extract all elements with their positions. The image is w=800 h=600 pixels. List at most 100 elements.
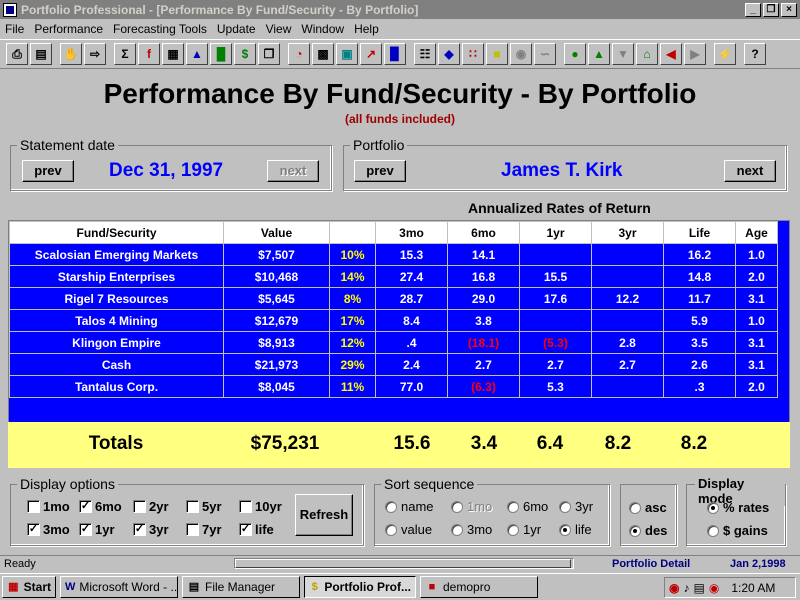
stop-icon[interactable]: ✋ (60, 43, 82, 65)
mode-gains-option[interactable]: $ gains (707, 523, 768, 538)
checkbox[interactable]: ✓ (27, 523, 40, 536)
down-icon[interactable]: ▼ (612, 43, 634, 65)
task-portfolio[interactable]: $ Portfolio Prof... (304, 576, 416, 598)
tag-icon[interactable]: ◆ (438, 43, 460, 65)
task-file-manager[interactable]: ▤ File Manager (182, 576, 300, 598)
header-life[interactable]: Life (663, 221, 736, 244)
print-icon[interactable]: ⎙ (6, 43, 28, 65)
table-row[interactable]: Starship Enterprises $10,468 14% 27.4 16.8 15… (9, 265, 778, 288)
header-fund[interactable]: Fund/Security (9, 221, 224, 244)
refresh-button[interactable]: Refresh (295, 494, 353, 536)
cube-icon[interactable]: ■ (486, 43, 508, 65)
calculator-icon[interactable]: ▣ (336, 43, 358, 65)
header-3mo[interactable]: 3mo (375, 221, 448, 244)
menu-forecasting-tools[interactable]: Forecasting Tools (108, 22, 212, 36)
sort-option-3mo[interactable]: 3mo (451, 522, 492, 537)
des-radio[interactable] (629, 524, 641, 537)
table-row[interactable]: Rigel 7 Resources $5,645 8% 28.7 29.0 17.6 12.… (9, 287, 778, 310)
menu-update[interactable]: Update (212, 22, 261, 36)
display-option-1mo[interactable]: 1mo (27, 499, 70, 514)
radio[interactable] (559, 523, 571, 536)
portfolio-next-button[interactable]: next (724, 160, 776, 182)
radio[interactable] (451, 500, 463, 513)
shapes-icon[interactable]: ▲ (186, 43, 208, 65)
radio[interactable] (385, 523, 397, 536)
checkbox[interactable] (239, 500, 252, 513)
checkbox[interactable]: ✓ (239, 523, 252, 536)
close-button[interactable]: × (781, 2, 797, 17)
radio[interactable] (507, 500, 519, 513)
display-option-3mo[interactable]: ✓ 3mo (27, 522, 70, 537)
sigma-icon[interactable]: Σ (114, 43, 136, 65)
tray-app-icon[interactable]: ◉ (669, 581, 679, 595)
landscape-icon[interactable]: ▲ (588, 43, 610, 65)
right-arrow-icon[interactable]: ▶ (684, 43, 706, 65)
tray-network-icon[interactable]: ▤ (693, 581, 704, 595)
menu-performance[interactable]: Performance (29, 22, 108, 36)
asc-radio[interactable] (629, 501, 641, 514)
radio[interactable] (385, 500, 397, 513)
task-word[interactable]: W Microsoft Word - ... (60, 576, 178, 598)
sort-option-6mo[interactable]: 6mo (507, 499, 548, 514)
bar-chart-icon[interactable]: ▉ (384, 43, 406, 65)
book-icon[interactable]: ☷ (414, 43, 436, 65)
display-option-6mo[interactable]: ✓ 6mo (79, 499, 122, 514)
header-age[interactable]: Age (735, 221, 778, 244)
display-option-10yr[interactable]: 10yr (239, 499, 282, 514)
volume-icon[interactable]: ♪ (683, 581, 689, 595)
checkbox[interactable] (186, 523, 199, 536)
dots-icon[interactable]: ∷ (462, 43, 484, 65)
radio[interactable] (507, 523, 519, 536)
checkbox[interactable]: ✓ (79, 523, 92, 536)
checkbox[interactable]: ✓ (133, 523, 146, 536)
checkbox[interactable] (186, 500, 199, 513)
menu-view[interactable]: View (261, 22, 297, 36)
portfolio-prev-button[interactable]: prev (354, 160, 406, 182)
sort-des-option[interactable]: des (629, 523, 667, 538)
menu-file[interactable]: File (0, 22, 29, 36)
checkbox[interactable] (133, 500, 146, 513)
disk-icon[interactable]: ◉ (510, 43, 532, 65)
display-option-2yr[interactable]: 2yr (133, 499, 169, 514)
copy-icon[interactable]: ❐ (258, 43, 280, 65)
statement-prev-button[interactable]: prev (22, 160, 74, 182)
exit-icon[interactable]: ⇨ (84, 43, 106, 65)
table-row[interactable]: Talos 4 Mining $12,679 17% 8.4 3.8 5.9 1.0 (9, 309, 778, 332)
sort-asc-option[interactable]: asc (629, 500, 667, 515)
menu-help[interactable]: Help (349, 22, 384, 36)
mode-rates-option[interactable]: % rates (707, 500, 769, 515)
bar-icon[interactable]: █ (210, 43, 232, 65)
table-row[interactable]: Scalosian Emerging Markets $7,507 10% 15.3 1… (9, 243, 778, 266)
function-icon[interactable]: f (138, 43, 160, 65)
header-3yr[interactable]: 3yr (591, 221, 664, 244)
line-chart-icon[interactable]: ↗ (360, 43, 382, 65)
header-value[interactable]: Value (223, 221, 330, 244)
grid-icon[interactable]: ▦ (162, 43, 184, 65)
menu-window[interactable]: Window (296, 22, 349, 36)
minimize-button[interactable]: _ (745, 2, 761, 17)
sort-option-1yr[interactable]: 1yr (507, 522, 541, 537)
start-button[interactable]: ▦ Start (2, 576, 56, 598)
preview-icon[interactable]: ▤ (30, 43, 52, 65)
left-arrow-icon[interactable]: ◀ (660, 43, 682, 65)
display-option-1yr[interactable]: ✓ 1yr (79, 522, 115, 537)
radio[interactable] (451, 523, 463, 536)
money-icon[interactable]: $ (234, 43, 256, 65)
house-icon[interactable]: ⌂ (636, 43, 658, 65)
calendar-icon[interactable]: ▩ (312, 43, 334, 65)
display-option-life[interactable]: ✓ life (239, 522, 274, 537)
swirl-icon[interactable]: ∽ (534, 43, 556, 65)
help-icon[interactable]: ? (744, 43, 766, 65)
sort-option-life[interactable]: life (559, 522, 592, 537)
rates-radio[interactable] (707, 501, 719, 514)
restore-button[interactable]: ❐ (763, 2, 779, 17)
pie-chart-icon[interactable]: ◔ (288, 43, 310, 65)
radio[interactable] (559, 500, 571, 513)
checkbox[interactable]: ✓ (79, 500, 92, 513)
gains-radio[interactable] (707, 524, 719, 537)
checkbox[interactable] (27, 500, 40, 513)
table-row[interactable]: Klingon Empire $8,913 12% .4 (18.1) (5.3) 2.8 3… (9, 331, 778, 354)
display-option-3yr[interactable]: ✓ 3yr (133, 522, 169, 537)
header-6mo[interactable]: 6mo (447, 221, 520, 244)
header-1yr[interactable]: 1yr (519, 221, 592, 244)
